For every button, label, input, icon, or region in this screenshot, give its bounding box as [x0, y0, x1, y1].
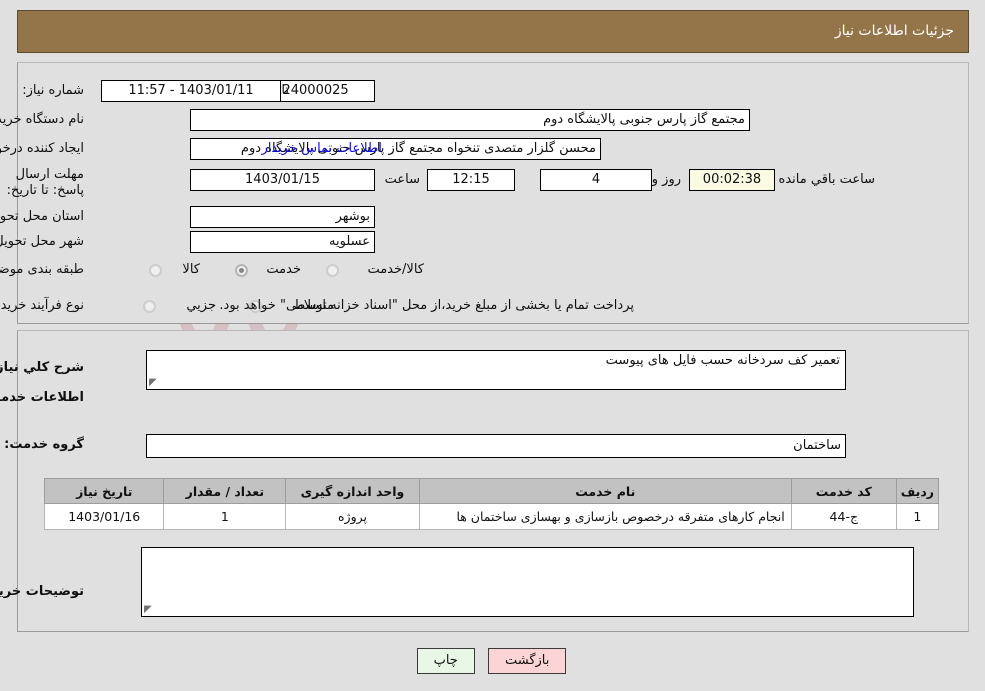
general-desc-text: تعمیر کف سردخانه حسب فایل های پیوست — [606, 353, 841, 368]
days-remaining-value[interactable]: 4 — [541, 169, 653, 191]
hour-label: ساعت — [385, 172, 421, 187]
page-root: AriaTender.net جزئیات اطلاعات نیاز شماره… — [0, 0, 985, 691]
category-option-1-label: خدمت — [267, 262, 302, 277]
deadline-time-value[interactable]: 12:15 — [428, 169, 516, 191]
category-option-2-label: کالا/خدمت — [368, 262, 425, 277]
header-bar: جزئیات اطلاعات نیاز — [18, 10, 970, 53]
general-desc-value[interactable]: تعمیر کف سردخانه حسب فایل های پیوست ◥ — [147, 350, 847, 390]
buyer-notes-label: توضیحات خریدار: — [0, 584, 85, 599]
service-group-value[interactable]: ساختمان — [147, 434, 847, 458]
category-option-0-label: کالا — [183, 262, 201, 277]
payment-note: پرداخت تمام یا بخشی از مبلغ خرید،از محل … — [220, 298, 635, 313]
days-label: روز و — [652, 172, 682, 187]
col-need-date: تاریخ نیاز — [44, 478, 166, 504]
radio-process-jozei[interactable] — [144, 300, 157, 313]
process-option-0-label: جزیي — [187, 298, 217, 313]
process-label: نوع فرآیند خرید : — [0, 298, 85, 313]
general-desc-label: شرح کلي نیاز: — [0, 360, 85, 375]
countdown-label: ساعت باقي مانده — [779, 172, 876, 187]
countdown-timer: 00:02:38 — [690, 169, 776, 191]
col-service-name: نام خدمت — [419, 478, 793, 504]
cell-service-code: ج-44 — [791, 503, 898, 530]
province-value[interactable]: بوشهر — [191, 206, 376, 228]
city-label: شهر محل تحویل: — [0, 234, 85, 249]
radio-category-khedmat[interactable] — [236, 264, 249, 277]
services-table: ردیف کد خدمت نام خدمت واحد اندازه گیری ت… — [44, 478, 941, 530]
table-row: 1 ج-44 انجام کارهای متفرقه درخصوص بازساز… — [44, 503, 941, 530]
col-radif: ردیف — [896, 478, 941, 504]
cell-service-name: انجام کارهای متفرقه درخصوص بازسازی و بهس… — [419, 503, 793, 530]
button-bar: بازگشت چاپ — [0, 648, 985, 674]
col-unit: واحد اندازه گیری — [286, 478, 421, 504]
col-service-code: کد خدمت — [791, 478, 898, 504]
requester-label: ایجاد کننده درخواست: — [0, 141, 85, 156]
back-button[interactable]: بازگشت — [488, 648, 568, 674]
cell-unit: پروژه — [286, 503, 421, 530]
radio-category-kala-khedmat[interactable] — [327, 264, 340, 277]
col-quantity: تعداد / مقدار — [164, 478, 288, 504]
city-value[interactable]: عسلویه — [191, 231, 376, 253]
buyer-contact-link[interactable]: اطلاعات تماس خریدار — [263, 141, 383, 156]
print-button[interactable]: چاپ — [417, 648, 476, 674]
cell-quantity: 1 — [164, 503, 288, 530]
deadline-date-value[interactable]: 1403/01/15 — [191, 169, 376, 191]
page-title: جزئیات اطلاعات نیاز — [835, 23, 955, 39]
resize-grip-icon[interactable]: ◥ — [145, 604, 155, 615]
service-group-label: گروه خدمت: — [5, 437, 85, 452]
buyer-notes-value[interactable]: ◥ — [142, 547, 915, 617]
buyer-org-value[interactable]: مجتمع گاز پارس جنوبی پالایشگاه دوم — [191, 109, 751, 131]
need-number-label: شماره نیاز: — [23, 83, 85, 98]
deadline-label: مهلت ارسال پاسخ: تا تاریخ: — [7, 167, 85, 198]
province-label: استان محل تحویل: — [0, 209, 85, 224]
cell-need-date: 1403/01/16 — [44, 503, 166, 530]
services-section-title: اطلاعات خدمات مورد نیاز — [0, 390, 85, 405]
cell-radif: 1 — [896, 503, 941, 530]
table-header-row: ردیف کد خدمت نام خدمت واحد اندازه گیری ت… — [44, 478, 941, 504]
public-announce-value[interactable]: 1403/01/11 - 11:57 — [102, 80, 282, 102]
requester-value[interactable]: محسن گلزار متصدی تنخواه مجتمع گاز پارس ج… — [191, 138, 602, 160]
radio-category-kala[interactable] — [150, 264, 163, 277]
category-label: طبقه بندی موضوعی: — [0, 262, 85, 277]
resize-grip-icon[interactable]: ◥ — [150, 377, 160, 388]
buyer-org-label: نام دستگاه خریدار: — [0, 112, 85, 127]
